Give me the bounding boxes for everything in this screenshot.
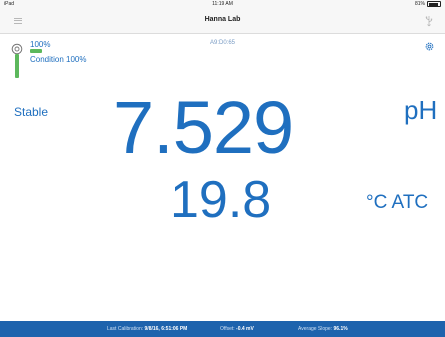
status-bar: iPad 11:19 AM 81%: [0, 0, 445, 9]
slope-info: Average Slope: 96.1%: [298, 326, 348, 332]
stability-label: Stable: [14, 105, 49, 119]
page-title: Hanna Lab: [204, 16, 241, 23]
slope-value: 96.1%: [333, 326, 348, 332]
gear-icon[interactable]: [424, 41, 435, 52]
nav-bar: Hanna Lab: [0, 9, 445, 34]
battery-icon: [427, 1, 441, 7]
last-calibration-info: Last Calibration: 9/8/16, 6:51:06 PM: [107, 326, 187, 332]
battery-percent: 81%: [414, 1, 425, 7]
battery-status: 81%: [415, 1, 441, 7]
probe-condition-bar: [30, 49, 42, 53]
probe-condition-fill: [30, 49, 42, 53]
last-calibration-value: 9/8/16, 6:51:06 PM: [144, 326, 188, 332]
calibration-footer: Last Calibration: 9/8/16, 6:51:06 PM Off…: [0, 321, 445, 337]
offset-value: -0.4 mV: [236, 326, 254, 332]
temperature-unit: °C ATC: [366, 192, 429, 213]
offset-label: Offset:: [220, 326, 235, 332]
last-calibration-label: Last Calibration:: [107, 326, 144, 332]
usb-icon[interactable]: [425, 16, 433, 27]
ph-unit: pH: [404, 95, 438, 125]
probe-stem: [15, 54, 19, 78]
device-id: A9:D0:65: [209, 40, 236, 46]
ph-reading: 7.529: [113, 86, 294, 169]
offset-info: Offset: -0.4 mV: [220, 326, 254, 332]
slope-label: Average Slope:: [298, 326, 333, 332]
status-time: 11:19 AM: [212, 1, 233, 7]
temperature-reading: 19.8: [170, 171, 272, 229]
probe-condition: Condition 100%: [30, 55, 87, 64]
